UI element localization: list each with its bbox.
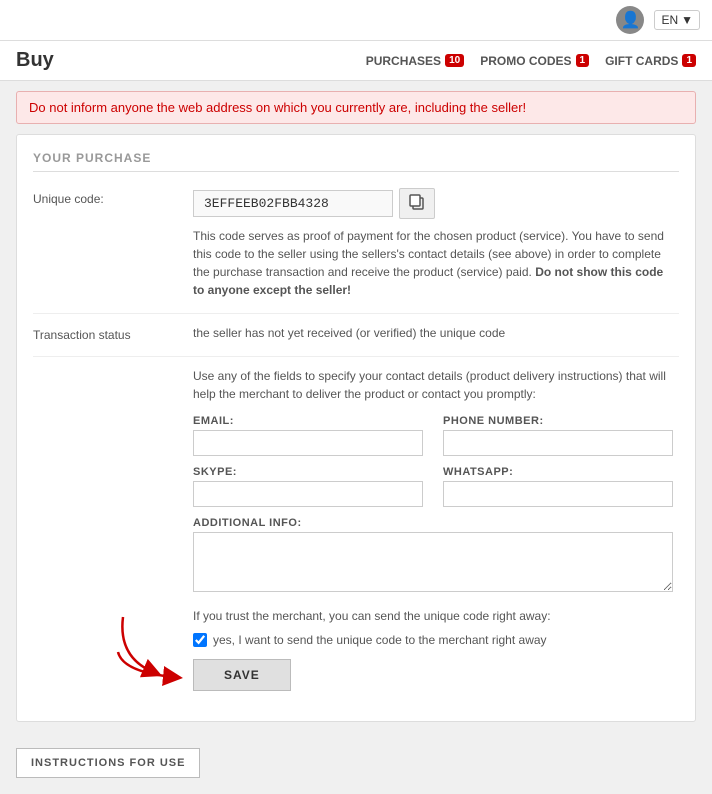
additional-info-group: ADDITIONAL INFO: [193,517,673,595]
nav-purchases[interactable]: PURCHASES 10 [366,54,464,68]
phone-label: PHONE NUMBER: [443,415,673,427]
additional-info-label: ADDITIONAL INFO: [193,517,673,529]
alert-message: Do not inform anyone the web address on … [16,91,696,124]
email-label: EMAIL: [193,415,423,427]
alert-text: Do not inform anyone the web address on … [29,100,526,115]
transaction-status-row: Transaction status the seller has not ye… [33,324,679,342]
section-title: YOUR PURCHASE [33,151,679,172]
code-description: This code serves as proof of payment for… [193,227,673,299]
trust-section-container: If you trust the merchant, you can send … [193,607,679,691]
email-input[interactable] [193,430,423,456]
lang-arrow: ▼ [681,13,693,27]
nav-promo-badge: 1 [576,54,590,67]
avatar-icon[interactable]: 👤 [616,6,644,34]
whatsapp-group: WHATSAPP: [443,466,673,507]
nav-purchases-label: PURCHASES [366,54,441,68]
contact-fields-area: Use any of the fields to specify your co… [193,367,679,691]
whatsapp-label: WHATSAPP: [443,466,673,478]
save-label: SAVE [224,668,260,682]
copy-button[interactable] [399,188,435,219]
divider-2 [33,356,679,357]
contact-fields-grid: EMAIL: PHONE NUMBER: SKYPE: WHATSAPP: [193,415,673,507]
send-code-checkbox-label: yes, I want to send the unique code to t… [213,633,547,647]
instructions-label: INSTRUCTIONS FOR USE [31,757,185,769]
whatsapp-input[interactable] [443,481,673,507]
contact-description: Use any of the fields to specify your co… [193,367,673,403]
email-group: EMAIL: [193,415,423,456]
nav-gift-label: GIFT CARDS [605,54,678,68]
skype-label: SKYPE: [193,466,423,478]
skype-group: SKYPE: [193,466,423,507]
nav-promo-label: PROMO CODES [480,54,571,68]
contact-fields-row: Use any of the fields to specify your co… [33,367,679,691]
nav-promo-codes[interactable]: PROMO CODES 1 [480,54,589,68]
avatar-symbol: 👤 [620,10,640,30]
header-nav: PURCHASES 10 PROMO CODES 1 GIFT CARDS 1 [366,54,696,68]
main-panel: YOUR PURCHASE Unique code: This code ser… [16,134,696,722]
arrow-decoration-2 [113,642,213,692]
transaction-status-value: the seller has not yet received (or veri… [193,324,679,342]
unique-code-value-area: This code serves as proof of payment for… [193,188,679,299]
lang-label: EN [661,13,678,27]
transaction-status-label: Transaction status [33,324,193,342]
unique-code-label: Unique code: [33,188,193,299]
nav-purchases-badge: 10 [445,54,464,67]
additional-info-input[interactable] [193,532,673,592]
unique-code-row: Unique code: This code serves as proof o… [33,188,679,299]
code-box [193,188,679,219]
phone-group: PHONE NUMBER: [443,415,673,456]
trust-description: If you trust the merchant, you can send … [193,607,679,625]
language-selector[interactable]: EN ▼ [654,10,700,30]
copy-icon [408,193,426,211]
instructions-button[interactable]: INSTRUCTIONS FOR USE [16,748,200,778]
phone-input[interactable] [443,430,673,456]
top-bar: 👤 EN ▼ [0,0,712,41]
divider-1 [33,313,679,314]
unique-code-input[interactable] [193,190,393,217]
page-title: Buy [16,49,346,72]
page-header: Buy PURCHASES 10 PROMO CODES 1 GIFT CARD… [0,41,712,81]
nav-gift-cards[interactable]: GIFT CARDS 1 [605,54,696,68]
skype-input[interactable] [193,481,423,507]
transaction-status-area: the seller has not yet received (or veri… [193,324,679,342]
nav-gift-badge: 1 [682,54,696,67]
send-code-checkbox-row: yes, I want to send the unique code to t… [193,633,679,647]
